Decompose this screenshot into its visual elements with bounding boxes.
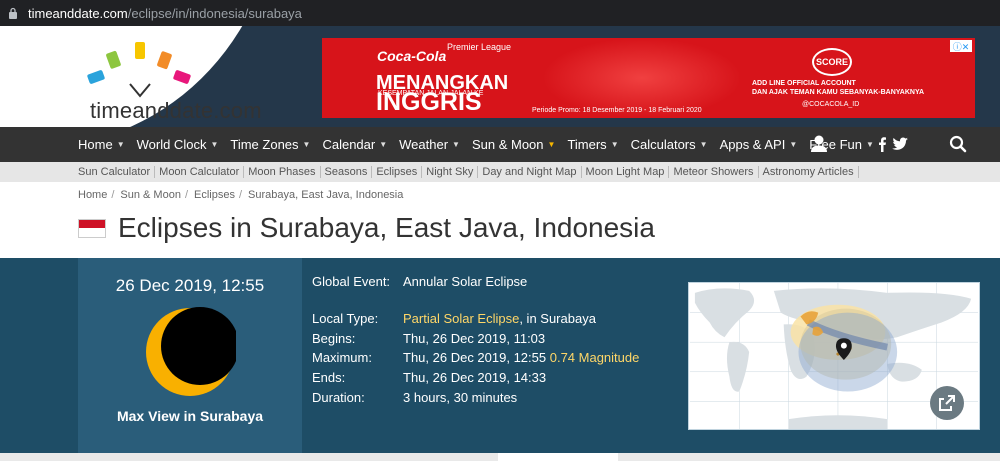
breadcrumb: Home / Sun & Moon / Eclipses / Surabaya, Ea… — [78, 189, 404, 201]
subnav-item-day-night-map[interactable]: Day and Night Map — [478, 166, 582, 178]
subnav-item-sun-calculator[interactable]: Sun Calculator — [78, 166, 156, 178]
nav-item-calendar[interactable]: Calendar ▼ — [322, 137, 387, 152]
ad-line-text: ADD LINE OFFICIAL ACCOUNT — [752, 80, 856, 87]
nav-item-timers[interactable]: Timers ▼ — [567, 137, 618, 152]
expand-map-button[interactable] — [930, 386, 964, 420]
user-icon[interactable] — [808, 127, 830, 162]
ad-promo-period: Periode Promo: 18 Desember 2019 - 18 Feb… — [532, 107, 702, 114]
nav-item-world-clock[interactable]: World Clock ▼ — [137, 137, 219, 152]
caret-down-icon: ▼ — [379, 140, 388, 149]
max-view-label: Max View in Surabaya — [116, 408, 264, 424]
advertisement-banner[interactable]: Coca-Cola Premier League MENANGKAN KESEM… — [322, 38, 975, 118]
breadcrumb-home[interactable]: Home — [78, 189, 107, 201]
title-row: Eclipses in Surabaya, East Java, Indones… — [78, 212, 655, 244]
lock-icon — [9, 7, 17, 19]
page-title: Eclipses in Surabaya, East Java, Indones… — [118, 212, 655, 243]
subnav-item-seasons[interactable]: Seasons — [321, 166, 373, 178]
caret-down-icon: ▼ — [302, 140, 311, 149]
browser-address-bar[interactable]: timeanddate.com/eclipse/in/indonesia/sur… — [0, 0, 1000, 26]
global-event-link[interactable]: Annular Solar Eclipse — [403, 274, 527, 289]
ad-line-text-2: DAN AJAK TEMAN KAMU SEBANYAK-BANYAKNYA — [752, 89, 925, 96]
ad-line-handle: @COCACOLA_ID — [802, 101, 860, 108]
subnav-item-eclipses[interactable]: Eclipses — [372, 166, 423, 178]
site-header: timeanddate.com Coca-Cola Premier League… — [0, 26, 1000, 127]
subnav-item-meteor-showers[interactable]: Meteor Showers — [669, 166, 759, 178]
twitter-icon[interactable] — [890, 127, 910, 162]
nav-item-sun-moon[interactable]: Sun & Moon ▼ — [472, 137, 555, 152]
ad-headline-2: INGGRIS — [376, 88, 482, 116]
begins-link[interactable]: Thu, 26 Dec 2019, 11:03 — [403, 331, 545, 346]
nav-item-time-zones[interactable]: Time Zones ▼ — [230, 137, 310, 152]
ad-league: Premier League — [447, 42, 512, 52]
subnav-item-moon-phases[interactable]: Moon Phases — [244, 166, 321, 178]
caret-down-icon: ▼ — [699, 140, 708, 149]
bottom-bar — [0, 453, 1000, 461]
subnav-item-moon-light-map[interactable]: Moon Light Map — [582, 166, 670, 178]
ad-info-icon[interactable]: ⓘ✕ — [950, 40, 972, 52]
caret-down-icon: ▼ — [547, 140, 556, 149]
subnav-item-night-sky[interactable]: Night Sky — [422, 166, 479, 178]
caret-down-icon: ▼ — [610, 140, 619, 149]
caret-down-icon: ▼ — [866, 140, 874, 149]
eclipse-date-time: 26 Dec 2019, 12:55 — [115, 276, 265, 295]
caret-down-icon: ▼ — [452, 140, 460, 149]
main-nav: Home ▼ World Clock ▼ Time Zones ▼ Calendar ▼… — [0, 127, 1000, 162]
local-type-link[interactable]: Partial Solar Eclipse — [403, 311, 519, 326]
subnav-item-moon-calculator[interactable]: Moon Calculator — [155, 166, 245, 178]
nav-item-home[interactable]: Home ▼ — [78, 137, 125, 152]
site-logo-text[interactable]: timeanddate.com — [90, 98, 262, 124]
eclipse-panel: 26 Dec 2019, 12:55 Max View in Surabaya … — [0, 258, 1000, 453]
ad-brand: Coca-Cola — [377, 48, 447, 64]
breadcrumb-sun-moon[interactable]: Sun & Moon — [120, 189, 181, 201]
nav-item-apps-api[interactable]: Apps & API ▼ — [720, 137, 798, 152]
partial-eclipse-icon — [146, 307, 236, 396]
caret-down-icon: ▼ — [789, 140, 798, 149]
ad-score-badge: SCORE — [812, 48, 852, 76]
max-view-card: 26 Dec 2019, 12:55 Max View in Surabaya — [78, 258, 302, 453]
sub-nav: Sun Calculator Moon Calculator Moon Phas… — [0, 162, 1000, 182]
nav-item-calculators[interactable]: Calculators ▼ — [631, 137, 708, 152]
facebook-icon[interactable] — [876, 127, 888, 162]
search-icon[interactable] — [948, 127, 968, 162]
subnav-item-astronomy-articles[interactable]: Astronomy Articles — [759, 166, 859, 178]
indonesia-flag-icon — [78, 218, 106, 238]
url-text: timeanddate.com/eclipse/in/indonesia/sur… — [28, 5, 302, 21]
breadcrumb-current: Surabaya, East Java, Indonesia — [248, 189, 404, 201]
magnitude-link[interactable]: 0.74 Magnitude — [550, 350, 640, 365]
caret-down-icon: ▼ — [210, 140, 219, 149]
breadcrumb-eclipses[interactable]: Eclipses — [194, 189, 235, 201]
expand-icon — [939, 395, 955, 411]
caret-down-icon: ▼ — [116, 140, 125, 149]
nav-item-weather[interactable]: Weather ▼ — [399, 137, 460, 152]
